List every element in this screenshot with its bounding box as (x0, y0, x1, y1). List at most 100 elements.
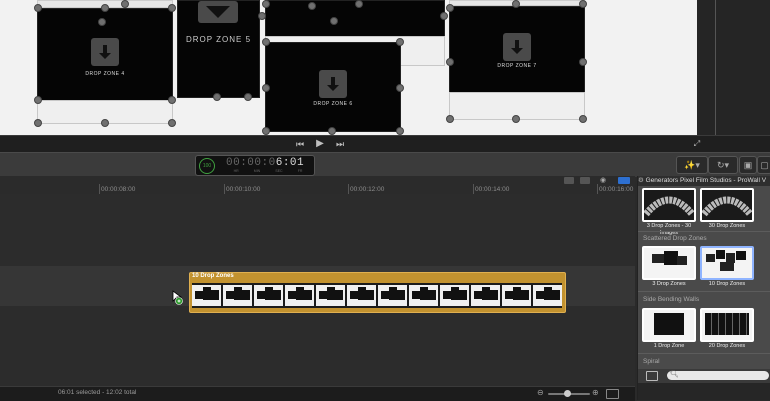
transform-handle[interactable] (579, 58, 587, 66)
timecode-unit: MIN (253, 169, 261, 173)
timeline-ruler[interactable]: 00:00:08:00 00:00:10:00 00:00:12:00 00:0… (0, 176, 635, 194)
search-icon: 🔍︎ (670, 371, 679, 378)
timecode-dim: 00:00:0 (226, 157, 276, 169)
zoom-slider-knob[interactable] (564, 390, 571, 397)
generator-item[interactable]: 20 Drop Zones (700, 308, 754, 350)
ruler-tick-line (597, 184, 598, 194)
transform-handle[interactable] (168, 4, 176, 12)
timeline-clip[interactable]: 10 Drop Zones (189, 272, 566, 313)
clip-appearance-icon[interactable] (580, 177, 590, 184)
generator-item[interactable]: 10 Drop Zones (700, 246, 754, 288)
thumb-shape (664, 251, 678, 265)
transitions-button[interactable]: ↻▾ (708, 156, 738, 174)
skip-forward-icon[interactable]: ⏭ (332, 137, 348, 151)
transform-handle[interactable] (168, 96, 176, 104)
browser-footer (638, 383, 770, 400)
divider (638, 231, 770, 232)
transform-handle[interactable] (34, 119, 42, 127)
timeline-track[interactable] (0, 306, 635, 386)
transform-handle[interactable] (34, 96, 42, 104)
generators-browser: ⚙ Generators Pixel Film Studios - ProWal… (637, 176, 770, 400)
transform-handle[interactable] (355, 0, 363, 8)
transform-handle[interactable] (396, 38, 404, 46)
timeline-toolbar: 100 00:00:06:01 HR MIN SEC FR ✨▾ ↻▾ ▣ ▢ (0, 152, 770, 177)
transform-handle[interactable] (308, 2, 316, 10)
generators-button[interactable]: ▣ (739, 156, 757, 174)
transform-handle[interactable] (446, 115, 454, 123)
transform-handle[interactable] (330, 17, 338, 25)
transform-handle[interactable] (101, 119, 109, 127)
clip-appearance-button[interactable] (606, 389, 619, 399)
audio-skimming-icon[interactable]: ◉ (600, 177, 609, 184)
timeline-track[interactable] (0, 194, 635, 266)
zoom-in-icon[interactable]: ⊕ (592, 388, 599, 397)
clip-thumbnail-frame (533, 285, 562, 306)
snapping-icon[interactable] (618, 177, 630, 184)
transform-handle[interactable] (101, 4, 109, 12)
drop-zone-7[interactable]: DROP ZONE 7 (449, 6, 585, 94)
transform-handle[interactable] (446, 58, 454, 66)
transform-handle[interactable] (396, 84, 404, 92)
skip-back-icon[interactable]: ⏮ (292, 137, 308, 151)
timecode-badge: 100 (199, 158, 215, 174)
transform-handle[interactable] (579, 0, 587, 8)
clip-thumbnail-frame (378, 285, 407, 306)
category-label: Side Bending Walls (643, 296, 700, 303)
transform-handle[interactable] (512, 0, 520, 8)
generator-item[interactable]: 3 Drop Zones (642, 246, 696, 288)
transform-handle[interactable] (34, 4, 42, 12)
sidebar-toggle-icon[interactable] (646, 371, 658, 381)
generator-thumbnail (700, 188, 754, 222)
transform-handle[interactable] (121, 0, 129, 8)
generator-thumbnail (642, 188, 696, 222)
ruler-tick-line (348, 184, 349, 194)
transform-handle[interactable] (262, 127, 270, 135)
transform-handle[interactable] (213, 93, 221, 101)
effects-button[interactable]: ✨▾ (676, 156, 708, 174)
timecode-lit: 6:01 (275, 157, 305, 169)
generator-item[interactable]: 30 Drop Zones (700, 188, 754, 230)
generator-item[interactable]: 1 Drop Zone (642, 308, 696, 350)
thumb-shape (706, 254, 715, 262)
clip-appearance-icon[interactable] (564, 177, 574, 184)
transform-handle[interactable] (440, 12, 448, 20)
themes-button[interactable]: ▢ (757, 156, 770, 174)
transform-handle[interactable] (168, 119, 176, 127)
ruler-tick-line (473, 184, 474, 194)
drop-zone-5[interactable]: DROP ZONE 5 (177, 0, 260, 98)
viewer-canvas[interactable]: DROP ZONE 4 DROP ZONE 5 DROP ZONE 6 DROP… (0, 0, 697, 135)
divider (638, 291, 770, 292)
transform-handle[interactable] (98, 18, 106, 26)
generator-thumbnail (642, 308, 696, 342)
viewer: DROP ZONE 4 DROP ZONE 5 DROP ZONE 6 DROP… (0, 0, 770, 135)
transform-handle[interactable] (258, 12, 266, 20)
gear-icon[interactable]: ⚙ (638, 177, 644, 184)
arrow-down-icon (198, 1, 238, 23)
drop-zone-6[interactable]: DROP ZONE 6 (265, 42, 401, 132)
generator-caption: 10 Drop Zones (708, 281, 746, 287)
clip-filmstrip (192, 283, 562, 308)
transform-handle[interactable] (396, 127, 404, 135)
category-label: Spiral (643, 358, 660, 365)
zoom-slider[interactable] (548, 390, 590, 397)
search-input[interactable]: 🔍︎ (667, 371, 769, 380)
transform-handle[interactable] (512, 115, 520, 123)
generator-item[interactable]: 3 Drop Zones - 30 Images (642, 188, 696, 236)
transform-handle[interactable] (579, 115, 587, 123)
zoom-out-icon[interactable]: ⊖ (537, 388, 544, 397)
transform-handle[interactable] (446, 4, 454, 12)
generator-caption: 3 Drop Zones (652, 281, 686, 287)
fullscreen-icon[interactable]: ⤢ (689, 137, 705, 151)
clip-thumbnail-frame (192, 285, 221, 306)
selection-status: 06:01 selected - 12:02 total (58, 389, 137, 396)
transform-handle[interactable] (262, 38, 270, 46)
transform-handle[interactable] (262, 84, 270, 92)
transform-handle[interactable] (262, 0, 270, 8)
transform-handle[interactable] (244, 93, 252, 101)
category-label: Scattered Drop Zones (643, 235, 707, 242)
thumb-shape (736, 251, 746, 260)
timecode-display[interactable]: 100 00:00:06:01 HR MIN SEC FR (195, 155, 315, 176)
transform-handle[interactable] (328, 127, 336, 135)
clip-thumbnail-frame (316, 285, 345, 306)
play-icon[interactable]: ▶ (312, 137, 328, 151)
